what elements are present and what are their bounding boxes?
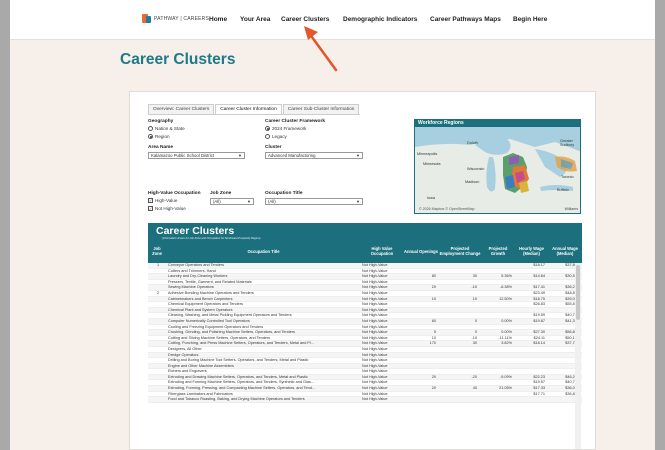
area-name-select[interactable]: Kalamazoo Public School District ▼	[148, 152, 245, 159]
map-credit[interactable]: © 2026 Mapbox © OpenStreetMap	[419, 207, 474, 211]
occupation-title-label: Occupation Title	[265, 191, 303, 196]
job-zone-label: Job Zone	[210, 191, 232, 196]
radio-icon[interactable]	[148, 126, 153, 131]
cluster-label: Cluster	[265, 145, 282, 150]
cell-hourly-wage	[515, 397, 545, 403]
map-place-label: Wisconsin	[467, 167, 485, 171]
radio-icon[interactable]	[265, 134, 270, 139]
table-row[interactable]: Food and Tobacco Roasting, Baking, and D…	[148, 397, 582, 403]
annotation-arrow-icon	[304, 26, 338, 72]
chevron-down-icon: ▼	[238, 153, 242, 158]
map-place-label: Toronto	[561, 175, 574, 179]
map-place-label: Madison	[465, 180, 480, 184]
page-title: Career Clusters	[120, 51, 236, 68]
map-canvas[interactable]	[415, 127, 581, 214]
nav-career-pathways-maps[interactable]: Career Pathways Maps	[430, 16, 501, 23]
nav-demographic-indicators[interactable]: Demographic Indicators	[343, 16, 417, 23]
framework-option-legacy[interactable]: Legacy	[265, 134, 287, 139]
map-place-label: Duluth	[467, 141, 478, 145]
not-high-value-checkbox[interactable]: ✓ Not High-Value	[148, 206, 186, 211]
column-header-occupation-title[interactable]: Occupation Title	[166, 241, 361, 263]
column-header-projected-growth[interactable]: Projected Growth	[481, 241, 515, 263]
table-header-banner: Career Clusters (Information shown for J…	[148, 223, 582, 241]
tab-cluster-information[interactable]: Career Cluster Information	[215, 104, 282, 114]
cell-occupation-title: Food and Tobacco Roasting, Baking, and D…	[168, 397, 305, 402]
area-name-label: Area Name	[148, 145, 174, 150]
dashboard-panel: Overview: Career Clusters Career Cluster…	[129, 91, 596, 450]
table-scrollbar[interactable]	[575, 263, 581, 449]
dashboard-tabs: Overview: Career Clusters Career Cluster…	[148, 104, 361, 115]
chevron-down-icon: ▼	[356, 153, 360, 158]
geography-option-region[interactable]: Region	[148, 134, 170, 139]
geography-option-nation[interactable]: Nation & State	[148, 126, 185, 131]
nav-begin-here[interactable]: Begin Here	[513, 16, 547, 23]
map-place-label: Minneapolis	[417, 152, 438, 156]
framework-label: Career Cluster Framework	[265, 119, 325, 124]
cell-employment-change	[439, 397, 477, 403]
geography-label: Geography	[148, 119, 174, 124]
map-legend: Williams	[564, 207, 578, 211]
workforce-regions-map[interactable]: Workforce Regions Duluth Greater Sudbury…	[414, 119, 581, 214]
radio-selected-icon[interactable]	[148, 134, 153, 139]
nav-your-area[interactable]: Your Area	[240, 16, 270, 23]
radio-selected-icon[interactable]	[265, 126, 270, 131]
column-header-employment-change[interactable]: Projected Employment Change	[439, 241, 481, 263]
table-subtitle: (Information shown for Job Zone and Occu…	[162, 237, 261, 240]
framework-option-2024[interactable]: 2024 Framework	[265, 126, 306, 131]
map-title: Workforce Regions	[415, 120, 580, 127]
browser-page: PATHWAY | CAREERS Home Your Area Career …	[10, 0, 655, 450]
column-header-annual-openings[interactable]: Annual Openings	[403, 241, 439, 263]
column-header-annual-wage[interactable]: Annual Wage (Median)	[548, 241, 582, 263]
table-title: Career Clusters	[156, 225, 235, 237]
tab-sub-cluster-information[interactable]: Career Sub-Cluster Information	[282, 104, 360, 114]
cell-projected-growth	[481, 397, 512, 403]
cell-annual-openings	[403, 397, 436, 403]
nav-career-clusters[interactable]: Career Clusters	[281, 16, 329, 23]
high-value-checkbox[interactable]: ✓ High-Value	[148, 198, 177, 203]
checkbox-checked-icon[interactable]: ✓	[148, 206, 153, 211]
scrollbar-thumb[interactable]	[576, 265, 580, 320]
map-place-label: Buffalo	[557, 188, 569, 192]
job-zone-select[interactable]: (All) ▼	[210, 198, 254, 205]
occupation-title-select[interactable]: (All) ▼	[265, 198, 363, 205]
tab-overview[interactable]: Overview: Career Clusters	[148, 104, 215, 114]
nav-home[interactable]: Home	[209, 16, 227, 23]
chevron-down-icon: ▼	[356, 199, 360, 204]
map-place-label: Greater Sudbury	[560, 139, 575, 147]
column-header-hourly-wage[interactable]: Hourly Wage (Median)	[515, 241, 548, 263]
table-column-headers: Job Zone Occupation Title High Value Occ…	[148, 241, 582, 263]
high-value-label: High-Value Occupation	[148, 191, 201, 196]
logo-text: PATHWAY | CAREERS	[154, 15, 209, 22]
checkbox-checked-icon[interactable]: ✓	[148, 198, 153, 203]
site-logo[interactable]: PATHWAY | CAREERS	[142, 14, 209, 23]
column-header-job-zone[interactable]: Job Zone	[148, 241, 166, 263]
map-place-label: Minnesota	[423, 162, 441, 166]
occupation-table-body: 1 Conveyor Operators and Tenders Not High-…	[148, 263, 582, 449]
logo-icon	[142, 14, 151, 23]
cell-high-value: Not High-Value	[362, 397, 388, 402]
chevron-down-icon: ▼	[247, 199, 251, 204]
cluster-select[interactable]: Advanced Manufacturing ▼	[265, 152, 363, 159]
map-place-label: Iowa	[427, 196, 436, 200]
cell-job-zone	[152, 397, 164, 403]
column-header-high-value[interactable]: High Value Occupation	[361, 241, 403, 263]
